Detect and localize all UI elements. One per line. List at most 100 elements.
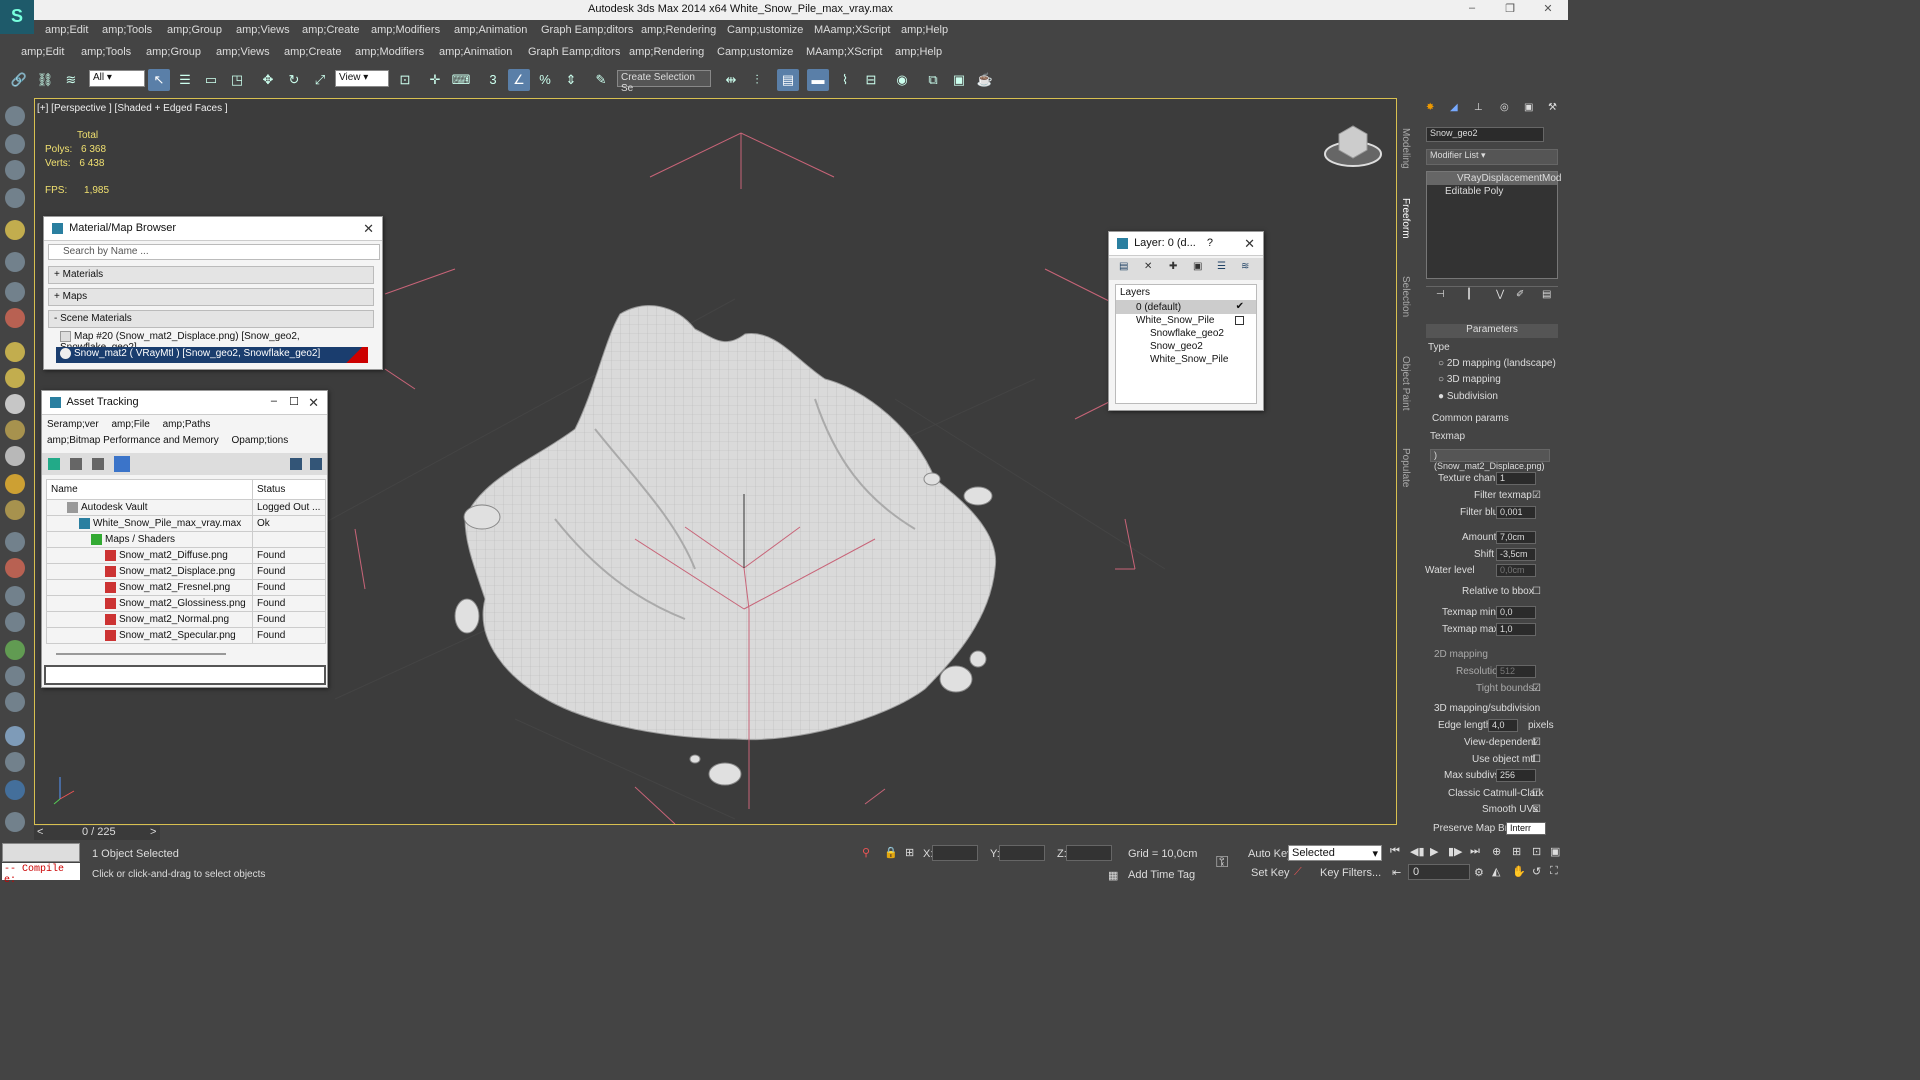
- pivot-center-icon[interactable]: ⊡: [394, 69, 416, 91]
- key-mode-icon[interactable]: ⇤: [1392, 866, 1401, 879]
- texmap-button[interactable]: ) (Snow_mat2_Displace.png): [1430, 449, 1550, 471]
- menu-bitmap-performance[interactable]: amp;Bitmap Performance and Memory: [47, 435, 219, 446]
- help-icon[interactable]: [290, 458, 302, 470]
- dome-icon[interactable]: [5, 368, 25, 388]
- object-name-field[interactable]: Snow_geo2: [1426, 127, 1544, 142]
- menu2-views[interactable]: amp;Views: [216, 46, 270, 58]
- table-row[interactable]: White_Snow_Pile_max_vray.max Ok: [46, 515, 326, 532]
- select-objects-icon[interactable]: ▣: [1193, 261, 1202, 272]
- table-row[interactable]: Snow_mat2_Normal.png Found: [46, 611, 326, 628]
- section-scene-materials[interactable]: - Scene Materials: [48, 310, 374, 328]
- menu2-group[interactable]: amp;Group: [146, 46, 201, 58]
- menu-edit[interactable]: amp;Edit: [45, 24, 88, 36]
- menu-help[interactable]: amp;Help: [901, 24, 948, 36]
- new-layer-icon[interactable]: ▤: [1119, 261, 1128, 272]
- pan-icon[interactable]: [5, 692, 25, 712]
- table-row[interactable]: Snow_mat2_Specular.png Found: [46, 627, 326, 644]
- clipboard-icon[interactable]: [5, 752, 25, 772]
- torus-icon[interactable]: [5, 500, 25, 520]
- create-tab-icon[interactable]: ✸: [1426, 102, 1434, 113]
- select-by-name-icon[interactable]: ☰: [174, 69, 196, 91]
- hide-all-icon[interactable]: ≋: [1241, 261, 1249, 272]
- pan-view-icon[interactable]: ✋: [1512, 865, 1526, 878]
- zoom-extents-all-icon[interactable]: ▣: [1550, 845, 1560, 858]
- render-icon[interactable]: [5, 134, 25, 154]
- checkbox-icon[interactable]: [1235, 316, 1244, 325]
- prev-key-icon[interactable]: ◀▮: [1410, 845, 1425, 858]
- align-icon[interactable]: ⫶: [746, 69, 768, 91]
- remove-modifier-icon[interactable]: ✐: [1516, 289, 1524, 300]
- menu-maxscript[interactable]: MAamp;XScript: [814, 24, 890, 36]
- tab-selection[interactable]: Selection: [1400, 276, 1411, 317]
- parameters-rollout[interactable]: Parameters: [1426, 324, 1558, 338]
- check-icon[interactable]: ✔: [1236, 301, 1244, 312]
- menu-group[interactable]: amp;Group: [167, 24, 222, 36]
- dots-icon[interactable]: [5, 532, 25, 552]
- unlink-icon[interactable]: ⛓: [34, 69, 56, 91]
- utilities-tab-icon[interactable]: ⚒: [1548, 102, 1557, 113]
- maximize-viewport-icon[interactable]: ⛶: [1550, 865, 1558, 878]
- hierarchy-tab-icon[interactable]: ⊥: [1474, 102, 1483, 113]
- close-icon[interactable]: ✕: [363, 221, 374, 237]
- layer-explorer-icon[interactable]: ▤: [777, 69, 799, 91]
- catmull-clark-checkbox[interactable]: ☐: [1532, 788, 1541, 799]
- motion-tab-icon[interactable]: ◎: [1500, 102, 1509, 113]
- filter-texmap-checkbox[interactable]: ☑: [1532, 490, 1541, 501]
- time-config-icon[interactable]: ⚙: [1474, 866, 1484, 879]
- edit-named-sets-icon[interactable]: ✎: [590, 69, 612, 91]
- add-time-tag[interactable]: Add Time Tag: [1128, 869, 1195, 881]
- selection-region-icon[interactable]: ▭: [200, 69, 222, 91]
- x-coord-field[interactable]: [932, 845, 978, 861]
- view-dependent-checkbox[interactable]: ☑: [1532, 737, 1541, 748]
- filter-blur-spinner[interactable]: 0,001: [1496, 506, 1536, 519]
- spinner-snap-icon[interactable]: ⇕: [560, 69, 582, 91]
- preserve-map-bnd-dropdown[interactable]: Interr: [1506, 822, 1546, 835]
- layer-item[interactable]: White_Snow_Pile: [1116, 314, 1256, 327]
- stack-item[interactable]: VRayDisplacementMod: [1427, 172, 1562, 185]
- tab-object-paint[interactable]: Object Paint: [1400, 356, 1411, 410]
- texmap-min-spinner[interactable]: 0,0: [1496, 606, 1536, 619]
- next-key-icon[interactable]: ▮▶: [1448, 845, 1463, 858]
- menu2-modifiers[interactable]: amp;Modifiers: [355, 46, 424, 58]
- maxscript-output[interactable]: -- Compile e:: [2, 863, 80, 886]
- sphere-icon[interactable]: [5, 394, 25, 414]
- list-icon[interactable]: [70, 458, 82, 470]
- menu2-tools[interactable]: amp;Tools: [81, 46, 131, 58]
- menu2-create[interactable]: amp;Create: [284, 46, 341, 58]
- render-setup-icon[interactable]: ⧉: [922, 69, 944, 91]
- texture-chan-spinner[interactable]: 1: [1496, 472, 1536, 485]
- modifier-list-dropdown[interactable]: Modifier List ▾: [1426, 149, 1558, 165]
- smooth-uvs-checkbox[interactable]: ☑: [1532, 804, 1541, 815]
- layer-item[interactable]: Snow_geo2: [1116, 340, 1256, 353]
- maxscript-listener[interactable]: [2, 843, 80, 862]
- next-frame-icon[interactable]: >: [150, 826, 156, 838]
- orbit-icon[interactable]: ↺: [1532, 865, 1541, 878]
- menu-create[interactable]: amp;Create: [302, 24, 359, 36]
- time-slider[interactable]: < 0 / 225 >: [34, 826, 160, 840]
- walk-icon[interactable]: [5, 586, 25, 606]
- window-crossing-icon[interactable]: ◳: [226, 69, 248, 91]
- menu2-edit[interactable]: amp;Edit: [21, 46, 64, 58]
- table-row[interactable]: Snow_mat2_Diffuse.png Found: [46, 547, 326, 564]
- section-materials[interactable]: + Materials: [48, 266, 374, 284]
- make-unique-icon[interactable]: ⋁: [1496, 289, 1504, 300]
- layer-item[interactable]: 0 (default) ✔: [1116, 301, 1256, 314]
- sun-icon[interactable]: [5, 474, 25, 494]
- sphere-blue-icon[interactable]: [5, 726, 25, 746]
- zoom-extents-icon[interactable]: ⊡: [1532, 845, 1541, 858]
- menu2-maxscript[interactable]: MAamp;XScript: [806, 46, 882, 58]
- list-item-selected[interactable]: Snow_mat2 ( VRayMtl ) [Snow_geo2, Snowfl…: [56, 347, 368, 363]
- light-icon[interactable]: [5, 220, 25, 240]
- hair-icon[interactable]: [5, 666, 25, 686]
- add-to-layer-icon[interactable]: ✚: [1169, 261, 1177, 272]
- selection-filter-dropdown[interactable]: All ▾: [89, 70, 145, 87]
- tab-freeform[interactable]: Freeform: [1400, 198, 1411, 239]
- menu2-graph-editors[interactable]: Graph Eamp;ditors: [528, 46, 620, 58]
- minimize-icon[interactable]: –: [271, 395, 277, 407]
- curve-icon[interactable]: ⟋: [1294, 866, 1302, 879]
- menu-graph-editors[interactable]: Graph Eamp;ditors: [541, 24, 633, 36]
- fov-icon[interactable]: ◭: [1492, 865, 1500, 878]
- select-object-icon[interactable]: ↖: [148, 69, 170, 91]
- use-object-mtl-checkbox[interactable]: ☐: [1532, 754, 1541, 765]
- help-icon[interactable]: ?: [1207, 237, 1213, 249]
